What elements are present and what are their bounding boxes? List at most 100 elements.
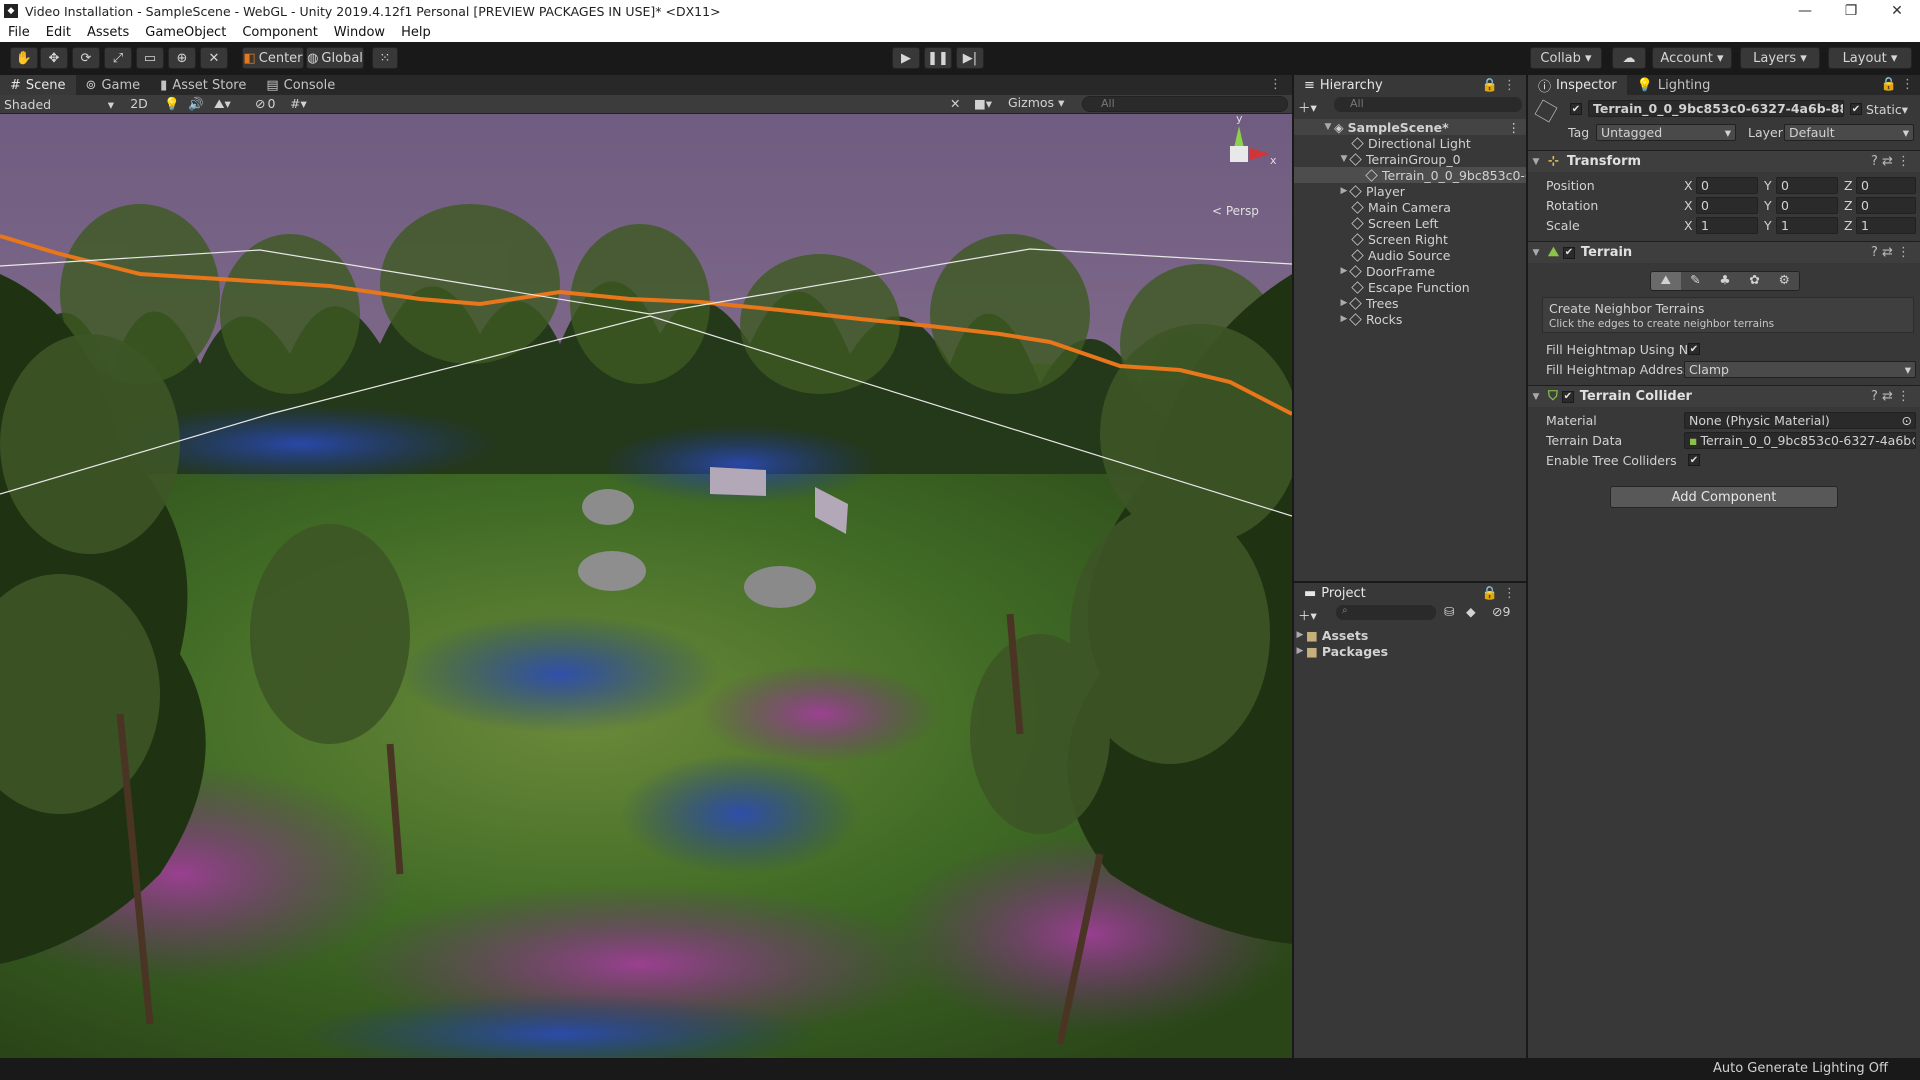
menu-assets[interactable]: Assets [79,25,137,40]
paint-details-tool-icon[interactable]: ✿ [1739,272,1770,290]
create-neighbor-tool-icon[interactable]: ⛰ [1651,272,1681,290]
grid-snap-icon[interactable]: ⁙ [372,47,398,69]
custom-tool-icon[interactable]: ✕ [200,47,228,69]
create-dropdown[interactable]: ＋▾ [1298,605,1328,624]
scale-x-field[interactable]: 1 [1696,217,1758,234]
lock-icon[interactable]: 🔒 [1482,78,1498,93]
scene-menu-icon[interactable]: ⋮ [1508,120,1521,135]
expand-arrow-icon[interactable]: ▼ [1322,122,1334,132]
paint-trees-tool-icon[interactable]: ♣ [1710,272,1740,290]
component-settings-icons[interactable]: ? ⇄ ⋮ [1871,154,1910,169]
material-field[interactable]: None (Physic Material) ⊙ [1684,412,1916,429]
project-search-input[interactable]: ⌕ [1336,605,1436,620]
2d-toggle[interactable]: 2D [128,96,150,113]
tab-asset-store[interactable]: ▮ Asset Store [150,75,256,95]
maximize-button[interactable]: ❐ [1828,3,1874,19]
lighting-status[interactable]: Auto Generate Lighting Off [1713,1061,1888,1076]
scene-orientation-gizmo[interactable]: y x [1216,114,1277,182]
tab-inspector[interactable]: ⓘ Inspector [1528,75,1627,95]
object-name-field[interactable]: Terrain_0_0_9bc853c0-6327-4a6b-888d [1588,100,1844,117]
tab-lighting[interactable]: 💡 Lighting [1627,75,1721,95]
hidden-objects-toggle[interactable]: ⊘ 0 [255,96,285,111]
collider-enabled-checkbox[interactable]: ✔ [1561,390,1574,403]
scale-y-field[interactable]: 1 [1776,217,1838,234]
tag-dropdown[interactable]: Untagged ▾ [1596,124,1736,141]
expand-arrow-icon[interactable]: ▶ [1294,630,1306,640]
object-picker-icon[interactable]: ⊙ [1911,433,1915,448]
scene-viewport[interactable]: y x 🔒 < Persp [0,114,1292,1058]
tools-icon[interactable]: ✕ [950,96,968,111]
camera-settings-icon[interactable]: ■▾ [974,96,1002,111]
pause-button[interactable]: ❚❚ [924,47,952,69]
tree-colliders-checkbox[interactable]: ✔ [1688,454,1700,466]
component-settings-icons[interactable]: ? ⇄ ⋮ [1871,389,1910,404]
menu-component[interactable]: Component [234,25,325,40]
layers-dropdown[interactable]: Layers ▾ [1740,47,1820,69]
static-checkbox[interactable]: ✔ [1850,103,1862,115]
rotation-z-field[interactable]: 0 [1856,197,1916,214]
layer-dropdown[interactable]: Default ▾ [1784,124,1914,141]
panel-menu-icon[interactable]: ⋮ [1259,75,1292,95]
terrain-enabled-checkbox[interactable]: ✔ [1562,246,1575,259]
lock-icon[interactable]: 🔒 [1482,586,1498,601]
tab-hierarchy[interactable]: ≡ Hierarchy 🔒 ⋮ [1294,75,1526,95]
hierarchy-item[interactable]: Escape Function [1294,279,1526,295]
menu-window[interactable]: Window [326,25,393,40]
rect-tool-icon[interactable]: ▭ [136,47,164,69]
component-settings-icons[interactable]: ? ⇄ ⋮ [1871,245,1910,260]
create-dropdown[interactable]: ＋▾ [1298,97,1328,115]
move-tool-icon[interactable]: ✥ [40,47,68,69]
rotation-y-field[interactable]: 0 [1776,197,1838,214]
pivot-center-button[interactable]: ◧ Center [242,47,304,69]
scene-search-input[interactable]: All [1082,96,1288,112]
hierarchy-item[interactable]: ▶ Rocks [1294,311,1526,327]
position-z-field[interactable]: 0 [1856,177,1916,194]
hierarchy-item[interactable]: Directional Light [1294,135,1526,151]
scene-row[interactable]: ▼ ◈ SampleScene* ⋮ [1294,119,1526,135]
step-button[interactable]: ▶| [956,47,984,69]
active-checkbox[interactable]: ✔ [1570,103,1582,115]
hierarchy-item[interactable]: Screen Right [1294,231,1526,247]
expand-arrow-icon[interactable]: ▶ [1294,646,1306,656]
lock-icon[interactable]: 🔒 ⋮ [1875,75,1920,95]
space-global-button[interactable]: ◍ Global [306,47,364,69]
hierarchy-item[interactable]: Main Camera [1294,199,1526,215]
persp-label[interactable]: < Persp [1212,204,1259,218]
panel-menu-icon[interactable]: ⋮ [1503,78,1516,93]
hierarchy-item[interactable]: ▼ TerrainGroup_0 [1294,151,1526,167]
collab-dropdown[interactable]: Collab ▾ [1530,47,1602,69]
tab-project[interactable]: ▬ Project 🔒 ⋮ [1294,583,1526,603]
paint-terrain-tool-icon[interactable]: ✎ [1680,272,1711,290]
object-picker-icon[interactable]: ⊙ [1902,413,1912,428]
filter-type-icon[interactable]: ⛁ [1444,604,1462,619]
draw-mode-dropdown[interactable]: Shaded ▾ [4,96,118,113]
transform-header[interactable]: ▼ ⊹ Transform ? ⇄ ⋮ [1528,150,1920,172]
tab-game[interactable]: ⊚ Game [76,75,151,95]
terrain-collider-header[interactable]: ▼ ⛉ ✔ Terrain Collider ? ⇄ ⋮ [1528,385,1920,407]
menu-file[interactable]: File [0,25,38,40]
minimize-button[interactable]: — [1782,3,1828,19]
menu-help[interactable]: Help [393,25,439,40]
fill-using-checkbox[interactable]: ✔ [1688,343,1700,355]
transform-tool-icon[interactable]: ⊕ [168,47,196,69]
audio-toggle-icon[interactable]: 🔊 [188,96,204,112]
terrain-settings-tool-icon[interactable]: ⚙ [1769,272,1799,290]
collapse-arrow-icon[interactable]: ▼ [1528,248,1544,258]
fill-address-dropdown[interactable]: Clamp ▾ [1684,361,1916,378]
filter-label-icon[interactable]: ◆ [1466,604,1484,619]
scale-tool-icon[interactable]: ⤢ [104,47,132,69]
panel-menu-icon[interactable]: ⋮ [1503,586,1516,601]
hidden-packages-toggle[interactable]: ⊘ 9 [1492,604,1524,619]
cloud-icon[interactable]: ☁ [1612,47,1646,69]
terrain-header[interactable]: ▼ ⛰ ✔ Terrain ? ⇄ ⋮ [1528,241,1920,263]
hierarchy-item-selected[interactable]: Terrain_0_0_9bc853c0-6327-4a6b-888d [1294,167,1526,183]
rotation-x-field[interactable]: 0 [1696,197,1758,214]
menu-gameobject[interactable]: GameObject [137,25,234,40]
collapse-arrow-icon[interactable]: ▼ [1528,392,1544,402]
static-dropdown[interactable]: Static▾ [1866,102,1908,117]
tab-console[interactable]: ▤ Console [256,75,345,95]
play-button[interactable]: ▶ [892,47,920,69]
position-y-field[interactable]: 0 [1776,177,1838,194]
menu-edit[interactable]: Edit [38,25,79,40]
grid-toggle-icon[interactable]: #▾ [290,96,324,111]
